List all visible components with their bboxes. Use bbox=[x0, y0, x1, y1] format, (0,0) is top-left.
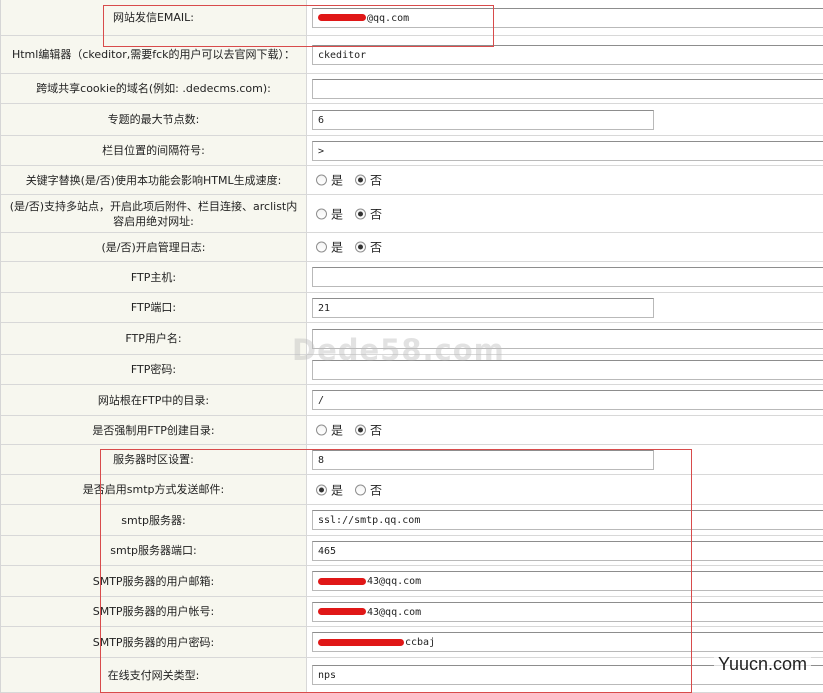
field-label: 栏目位置的间隔符号: bbox=[1, 136, 307, 165]
field-label: FTP用户名: bbox=[1, 323, 307, 354]
row-admin-log: (是/否)开启管理日志: 是 否 bbox=[1, 233, 823, 262]
radio-yes[interactable] bbox=[316, 241, 327, 253]
field-label: FTP密码: bbox=[1, 355, 307, 384]
row-smtp-enable: 是否启用smtp方式发送邮件: 是 否 bbox=[1, 475, 823, 505]
ftp-password-input[interactable] bbox=[312, 359, 823, 380]
row-ftp-port: FTP端口: 21 bbox=[1, 293, 823, 323]
field-label: (是/否)开启管理日志: bbox=[1, 233, 307, 261]
radio-no[interactable] bbox=[355, 174, 367, 186]
row-topic-max-nodes: 专题的最大节点数: 6 bbox=[1, 104, 823, 136]
field-label: smtp服务器: bbox=[1, 505, 307, 535]
cookie-domain-input[interactable] bbox=[312, 78, 823, 99]
row-html-editor: Html编辑器（ckeditor,需要fck的用户可以去官网下载）： ckedi… bbox=[1, 36, 823, 74]
smtp-email-input[interactable]: 43@qq.com bbox=[312, 571, 823, 591]
site-mark-text: Yuucn.com bbox=[713, 654, 811, 675]
row-ftp-password: FTP密码: bbox=[1, 355, 823, 385]
field-label: 跨域共享cookie的域名(例如: .dedecms.com): bbox=[1, 74, 307, 103]
radio-no[interactable] bbox=[355, 484, 367, 495]
ftp-host-input[interactable] bbox=[312, 267, 823, 287]
ftp-user-input[interactable] bbox=[312, 328, 823, 349]
field-label: SMTP服务器的用户密码: bbox=[1, 627, 307, 657]
smtp-password-input[interactable]: ccbaj bbox=[312, 632, 823, 652]
field-label: 是否启用smtp方式发送邮件: bbox=[1, 475, 307, 504]
row-site-email: 网站发信EMAIL: @qq.com bbox=[1, 0, 823, 36]
redaction-mark bbox=[318, 577, 366, 585]
admin-log-radio-group: 是 否 bbox=[316, 239, 394, 256]
row-timezone: 服务器时区设置: 8 bbox=[1, 445, 823, 475]
radio-no[interactable] bbox=[355, 208, 367, 219]
html-editor-input[interactable]: ckeditor bbox=[312, 44, 823, 65]
row-ftp-host: FTP主机: bbox=[1, 262, 823, 293]
field-label: (是/否)支持多站点，开启此项后附件、栏目连接、arclist内容启用绝对网址: bbox=[1, 195, 307, 232]
field-label: 专题的最大节点数: bbox=[1, 104, 307, 135]
ftp-port-input[interactable]: 21 bbox=[312, 297, 654, 318]
timezone-input[interactable]: 8 bbox=[312, 449, 654, 470]
field-label: FTP主机: bbox=[1, 262, 307, 292]
row-multisite: (是/否)支持多站点，开启此项后附件、栏目连接、arclist内容启用绝对网址:… bbox=[1, 195, 823, 233]
ftp-force-dir-radio-group: 是 否 bbox=[316, 422, 394, 439]
smtp-account-input[interactable]: 43@qq.com bbox=[312, 601, 823, 622]
redaction-mark bbox=[318, 14, 366, 21]
row-smtp-server: smtp服务器: ssl://smtp.qq.com bbox=[1, 505, 823, 536]
smtp-port-input[interactable]: 465 bbox=[312, 540, 823, 561]
smtp-enable-radio-group: 是 否 bbox=[316, 481, 394, 498]
row-payment-gateway: 在线支付网关类型: nps bbox=[1, 658, 823, 693]
field-label: 在线支付网关类型: bbox=[1, 658, 307, 692]
ftp-root-input[interactable]: / bbox=[312, 390, 823, 410]
topic-max-nodes-input[interactable]: 6 bbox=[312, 109, 654, 130]
field-label: 服务器时区设置: bbox=[1, 445, 307, 474]
field-label: 网站根在FTP中的目录: bbox=[1, 385, 307, 415]
field-label: 关键字替换(是/否)使用本功能会影响HTML生成速度: bbox=[1, 166, 307, 194]
radio-no[interactable] bbox=[355, 424, 367, 436]
redaction-mark bbox=[318, 608, 366, 615]
field-label: Html编辑器（ckeditor,需要fck的用户可以去官网下载）： bbox=[1, 36, 307, 73]
radio-no[interactable] bbox=[355, 241, 367, 253]
row-ftp-root: 网站根在FTP中的目录: / bbox=[1, 385, 823, 416]
multisite-radio-group: 是 否 bbox=[316, 205, 394, 222]
radio-yes[interactable] bbox=[316, 208, 327, 219]
row-ftp-user: FTP用户名: bbox=[1, 323, 823, 355]
site-email-input[interactable]: @qq.com bbox=[312, 7, 823, 28]
row-cookie-domain: 跨域共享cookie的域名(例如: .dedecms.com): bbox=[1, 74, 823, 104]
field-label: 网站发信EMAIL: bbox=[1, 0, 307, 35]
field-label: smtp服务器端口: bbox=[1, 536, 307, 565]
row-smtp-account: SMTP服务器的用户帐号: 43@qq.com bbox=[1, 597, 823, 627]
row-separator-symbol: 栏目位置的间隔符号: > bbox=[1, 136, 823, 166]
row-ftp-force-dir: 是否强制用FTP创建目录: 是 否 bbox=[1, 416, 823, 445]
radio-yes[interactable] bbox=[316, 484, 327, 495]
field-label: SMTP服务器的用户邮箱: bbox=[1, 566, 307, 596]
row-smtp-password: SMTP服务器的用户密码: ccbaj bbox=[1, 627, 823, 658]
field-label: SMTP服务器的用户帐号: bbox=[1, 597, 307, 626]
separator-symbol-input[interactable]: > bbox=[312, 140, 823, 161]
redaction-mark bbox=[318, 638, 404, 646]
settings-form: 网站发信EMAIL: @qq.com Html编辑器（ckeditor,需要fc… bbox=[0, 0, 823, 693]
row-keyword-replace: 关键字替换(是/否)使用本功能会影响HTML生成速度: 是 否 bbox=[1, 166, 823, 195]
field-label: 是否强制用FTP创建目录: bbox=[1, 416, 307, 444]
row-smtp-port: smtp服务器端口: 465 bbox=[1, 536, 823, 566]
radio-yes[interactable] bbox=[316, 424, 327, 436]
keyword-replace-radio-group: 是 否 bbox=[316, 172, 394, 189]
row-smtp-email: SMTP服务器的用户邮箱: 43@qq.com bbox=[1, 566, 823, 597]
radio-yes[interactable] bbox=[316, 174, 327, 186]
smtp-server-input[interactable]: ssl://smtp.qq.com bbox=[312, 510, 823, 530]
field-label: FTP端口: bbox=[1, 293, 307, 322]
